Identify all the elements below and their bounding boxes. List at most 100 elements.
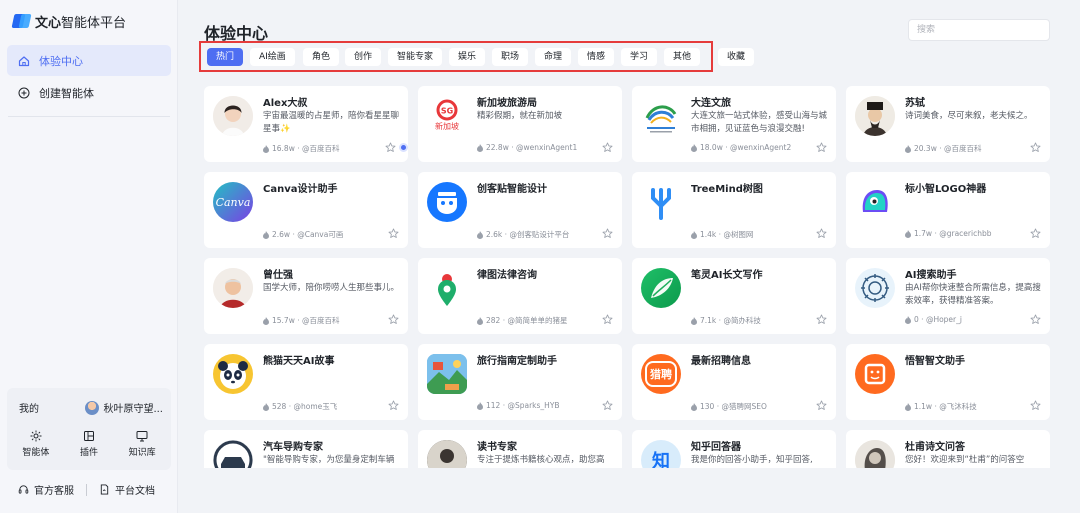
agent-author: @gracerichbb <box>939 229 992 238</box>
agent-card[interactable]: 知 知乎回答器 我是你的回答小助手，知乎回答, <box>632 430 836 468</box>
agent-author: @百度百科 <box>302 316 340 325</box>
my-knowledge-base-button[interactable]: 知识库 <box>129 430 156 458</box>
user-name: 秋叶原守望... <box>103 404 163 415</box>
agent-name: 标小智LOGO神器 <box>905 184 987 195</box>
tab-study[interactable]: 学习 <box>621 48 658 66</box>
agent-name: 汽车导购专家 <box>263 442 323 453</box>
app-logo[interactable]: 文心 智能体平台 <box>11 10 126 32</box>
star-icon[interactable] <box>602 314 613 325</box>
agent-usage-count: 18.0w <box>700 143 723 152</box>
agent-card[interactable]: AI搜索助手 由AI帮你快速整合所需信息，提高搜索效率，获得精准答案。 0 · … <box>846 258 1050 334</box>
agent-meta: 18.0w · @wenxinAgent2 <box>691 143 791 152</box>
star-icon[interactable] <box>1030 314 1041 325</box>
star-icon[interactable] <box>816 228 827 239</box>
sidebar-item-experience-center[interactable]: 体验中心 <box>7 45 171 76</box>
star-icon[interactable] <box>388 228 399 239</box>
agent-description: 您好！欢迎来到“杜甫”的问答空 <box>905 455 1025 465</box>
tab-ai-painting[interactable]: AI绘画 <box>250 48 295 66</box>
my-plugins-button[interactable]: 插件 <box>80 430 98 458</box>
agent-card[interactable]: 律图法律咨询 282 · @简简单单的猪星 <box>418 258 622 334</box>
star-icon[interactable] <box>816 314 827 325</box>
agent-description: 由AI帮你快速整合所需信息，提高搜索效率，获得精准答案。 <box>905 283 1041 306</box>
agent-author: @wenxinAgent2 <box>730 143 792 152</box>
tab-emotion[interactable]: 情感 <box>578 48 615 66</box>
tab-workplace[interactable]: 职场 <box>492 48 529 66</box>
star-icon[interactable] <box>602 400 613 411</box>
agent-avatar <box>855 268 895 308</box>
agent-card[interactable]: 创客贴智能设计 2.6k · @创客贴设计平台 <box>418 172 622 248</box>
agent-description: 诗词美食，尽可来叙，老夫候之。 <box>905 111 1033 121</box>
agent-avatar: 知 <box>641 440 681 468</box>
agent-card[interactable]: 读书专家 专注于提炼书籍核心观点，助您高 <box>418 430 622 468</box>
agent-avatar <box>427 440 467 468</box>
agent-description: 宇宙最温暖的占星师，陪你看星星聊星事✨ <box>263 111 400 134</box>
agent-meta: 130 · @猎聘网SEO <box>691 401 767 412</box>
agent-card[interactable]: 猎聘 最新招聘信息 130 · @猎聘网SEO <box>632 344 836 420</box>
sparkle-icon <box>30 430 42 442</box>
star-icon[interactable] <box>602 228 613 239</box>
tab-smart-expert[interactable]: 智能专家 <box>388 48 443 66</box>
agent-name: Alex大叔 <box>263 98 308 109</box>
agent-description: 专注于提炼书籍核心观点，助您高 <box>477 455 605 465</box>
tab-entertainment[interactable]: 娱乐 <box>449 48 486 66</box>
star-icon[interactable] <box>1030 400 1041 411</box>
agent-author: @wenxinAgent1 <box>516 143 578 152</box>
agent-meta: 16.8w · @百度百科 <box>263 143 340 154</box>
flame-icon <box>477 401 483 410</box>
agent-card[interactable]: Canva Canva设计助手 2.6w · @Canva可画 <box>204 172 408 248</box>
agent-card[interactable]: 大连文旅 大连文旅一站式体验，感受山海与城市相拥，见证蓝色与浪漫交融! 18.0… <box>632 86 836 162</box>
agent-card[interactable]: 标小智LOGO神器 1.7w · @gracerichbb <box>846 172 1050 248</box>
agent-card[interactable]: 杜甫诗文问答 您好！欢迎来到“杜甫”的问答空 <box>846 430 1050 468</box>
agent-avatar <box>213 354 253 394</box>
tab-hot[interactable]: 热门 <box>207 48 244 66</box>
official-support-link[interactable]: 官方客服 <box>18 482 74 497</box>
agent-author: @猎聘网SEO <box>721 402 767 411</box>
plugin-icon <box>83 431 94 441</box>
sidebar-item-create-agent[interactable]: 创建智能体 <box>7 77 171 108</box>
agent-card[interactable]: 熊猫天天AI故事 528 · @home玉飞 <box>204 344 408 420</box>
star-icon[interactable] <box>388 400 399 411</box>
agent-card[interactable]: 笔灵AI长文写作 7.1k · @简办科技 <box>632 258 836 334</box>
agent-card[interactable]: 苏轼 诗词美食，尽可来叙，老夫候之。 20.3w · @百度百科 <box>846 86 1050 162</box>
agent-card[interactable]: 悟智智文助手 1.1w · @飞沐科技 <box>846 344 1050 420</box>
agent-card[interactable]: 旅行指南定制助手 112 · @Sparks_HYB <box>418 344 622 420</box>
star-icon[interactable] <box>385 142 396 153</box>
agent-card[interactable]: 曾仕强 国学大师，陪你唠唠人生那些事儿。 15.7w · @百度百科 <box>204 258 408 334</box>
tab-favorites[interactable]: 收藏 <box>718 48 755 66</box>
star-icon[interactable] <box>816 142 827 153</box>
agent-author: @Hoper_j <box>925 315 962 324</box>
agent-usage-count: 130 <box>700 402 715 411</box>
my-panel: 我的 秋叶原守望... 智能体 插件 知识库 <box>7 388 171 470</box>
agent-description: 精彩假期，就在新加坡 <box>477 111 563 121</box>
tab-fortune[interactable]: 命理 <box>535 48 572 66</box>
agent-meta: 20.3w · @百度百科 <box>905 143 982 154</box>
agent-author: @Canva可画 <box>297 230 344 239</box>
star-icon[interactable] <box>388 314 399 325</box>
agent-description: 我是你的回答小助手，知乎回答, <box>691 455 813 465</box>
agent-card[interactable]: SG 新加坡 新加坡旅游局 精彩假期，就在新加坡 22.8w · @wenxinA… <box>418 86 622 162</box>
star-icon[interactable] <box>1030 228 1041 239</box>
agent-meta: 1.4k · @树图网 <box>691 229 753 240</box>
agent-usage-count: 16.8w <box>272 144 295 153</box>
scroll-position-dot <box>399 143 408 152</box>
agent-name: 笔灵AI长文写作 <box>691 270 763 281</box>
star-icon[interactable] <box>816 400 827 411</box>
agent-description: 大连文旅一站式体验，感受山海与城市相拥，见证蓝色与浪漫交融! <box>691 111 828 134</box>
platform-docs-link[interactable]: 平台文档 <box>99 482 155 497</box>
tab-other[interactable]: 其他 <box>664 48 701 66</box>
star-icon[interactable] <box>602 142 613 153</box>
agent-author: @Sparks_HYB <box>507 401 560 410</box>
star-icon[interactable] <box>1030 142 1041 153</box>
agent-name: 杜甫诗文问答 <box>905 442 965 453</box>
agent-card[interactable]: TreeMind树图 1.4k · @树图网 <box>632 172 836 248</box>
search-input[interactable] <box>908 19 1050 41</box>
tab-creation[interactable]: 创作 <box>345 48 382 66</box>
user-menu[interactable]: 秋叶原守望... <box>85 400 163 415</box>
agent-avatar <box>213 440 253 468</box>
agent-avatar: 猎聘 <box>641 354 681 394</box>
agent-card[interactable]: Alex大叔 宇宙最温暖的占星师，陪你看星星聊星事✨ 16.8w · @百度百科 <box>204 86 408 162</box>
my-agents-button[interactable]: 智能体 <box>22 430 49 458</box>
tab-role[interactable]: 角色 <box>303 48 340 66</box>
agent-card[interactable]: 汽车导购专家 "智能导购专家，为您量身定制车辆 <box>204 430 408 468</box>
flame-icon <box>691 230 697 239</box>
